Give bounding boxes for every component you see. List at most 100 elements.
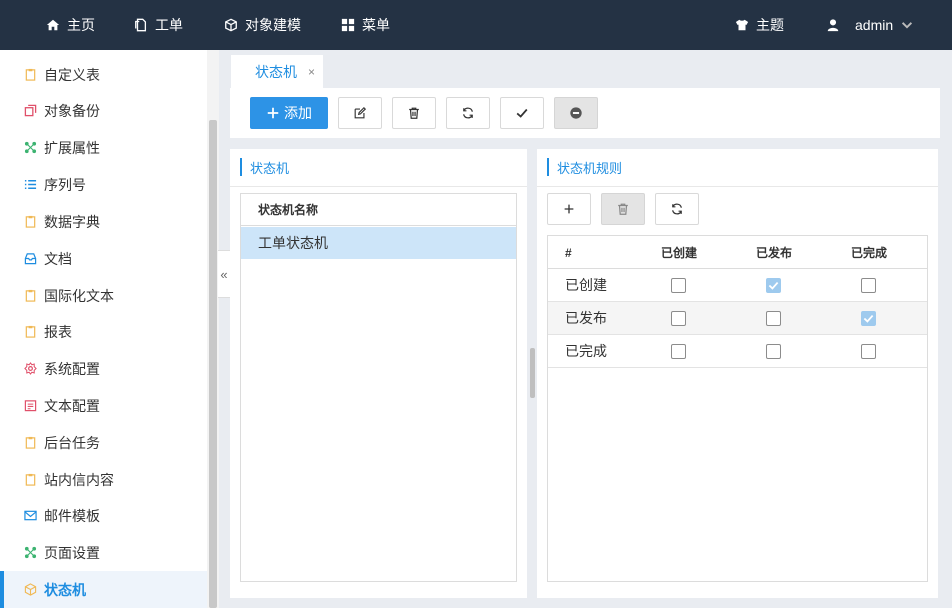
clipboard-icon (24, 68, 44, 81)
sidebar-item[interactable]: 国际化文本 (0, 277, 207, 314)
sidebar-item[interactable]: 报表 (0, 313, 207, 350)
top-navbar: 主页 工单 对象建模 菜单 主题 admin (0, 0, 952, 50)
refresh-rules-button[interactable] (655, 193, 699, 225)
sidebar-item-label: 数据字典 (44, 213, 100, 230)
clipboard-icon (24, 473, 44, 486)
trash-icon (618, 203, 628, 215)
sidebar-item[interactable]: 序列号 (0, 166, 207, 203)
sidebar: 自定义表对象备份扩展属性序列号数据字典文档国际化文本报表系统配置 文本配置 后台任务… (0, 50, 207, 608)
sidebar-scrollbar-thumb[interactable] (209, 120, 217, 608)
grid-col-created: 已创建 (661, 246, 698, 260)
nav-theme-label: 主题 (756, 17, 784, 33)
sidebar-item-label: 站内信内容 (44, 471, 114, 488)
add-rule-button[interactable] (547, 193, 591, 225)
sidebar-item-label: 对象备份 (44, 102, 100, 119)
sidebar-item[interactable]: 文本配置 (0, 387, 207, 424)
calendar-icon (24, 399, 44, 412)
edit-button[interactable] (338, 97, 382, 129)
transition-checkbox[interactable] (671, 278, 686, 293)
state-machine-panel-title: 状态机 (240, 158, 289, 176)
chevron-down-icon (902, 22, 913, 29)
transition-checkbox[interactable] (671, 311, 686, 326)
sidebar-item[interactable]: 页面设置 (0, 534, 207, 571)
sidebar-item[interactable]: 数据字典 (0, 203, 207, 240)
list-column-header: 状态机名称 (241, 194, 516, 226)
minus-circle-icon (570, 107, 582, 119)
row-state-name: 已完成 (565, 343, 607, 359)
sidebar-item[interactable]: 站内信内容 (0, 461, 207, 498)
transition-checkbox[interactable] (861, 278, 876, 293)
panel-splitter[interactable] (530, 348, 535, 398)
clipboard-icon (24, 325, 44, 338)
close-icon[interactable]: × (308, 65, 315, 79)
nav-theme[interactable]: 主题 (735, 0, 784, 50)
sidebar-item-label: 邮件模板 (44, 507, 100, 524)
check-icon (768, 281, 779, 290)
transition-checkbox[interactable] (861, 344, 876, 359)
tab-label: 状态机 (255, 63, 297, 80)
delete-button[interactable] (392, 97, 436, 129)
sidebar-item-label: 序列号 (44, 176, 86, 193)
edit-icon (354, 106, 367, 119)
refresh-icon (672, 203, 682, 215)
transition-checkbox[interactable] (861, 311, 876, 326)
sidebar-item-label: 自定义表 (44, 66, 100, 83)
sidebar-item[interactable]: 文档 (0, 240, 207, 277)
sidebar-item[interactable]: 对象备份 (0, 92, 207, 129)
grid-col-index: # (565, 245, 572, 260)
add-button[interactable]: 添加 (250, 97, 328, 129)
panel-divider (230, 186, 527, 187)
sidebar-item-label: 页面设置 (44, 544, 100, 561)
network-icon (24, 141, 44, 154)
shirt-icon (735, 19, 749, 31)
table-row[interactable]: 已创建 (548, 269, 927, 302)
sidebar-item[interactable]: 邮件模板 (0, 497, 207, 534)
sidebar-item-label: 报表 (44, 323, 72, 340)
sidebar-item[interactable]: 扩展属性 (0, 129, 207, 166)
state-rules-panel-title: 状态机规则 (547, 158, 622, 176)
user-menu[interactable]: admin (826, 0, 914, 50)
transition-checkbox[interactable] (766, 344, 781, 359)
transition-checkbox[interactable] (766, 278, 781, 293)
nav-home[interactable]: 主页 (46, 0, 95, 50)
nav-modeling[interactable]: 对象建模 (224, 0, 301, 50)
check-icon (863, 314, 874, 323)
user-icon (827, 19, 839, 32)
trash-icon (409, 107, 419, 119)
table-row[interactable]: 已发布 (548, 302, 927, 335)
home-icon (46, 19, 60, 31)
disable-button[interactable] (554, 97, 598, 129)
user-name: admin (855, 17, 894, 33)
confirm-button[interactable] (500, 97, 544, 129)
sidebar-item-label: 文档 (44, 250, 72, 267)
sidebar-item[interactable]: 自定义表 (0, 56, 207, 93)
transition-checkbox[interactable] (671, 344, 686, 359)
refresh-button[interactable] (446, 97, 490, 129)
list-row[interactable]: 工单状态机 (241, 227, 516, 259)
nav-workorder[interactable]: 工单 (134, 0, 183, 50)
document-icon (135, 18, 147, 32)
row-state-name: 已发布 (565, 310, 607, 326)
grid-icon (341, 18, 355, 32)
nav-home-label: 主页 (67, 17, 95, 33)
cube-icon (225, 18, 237, 32)
clipboard-icon (24, 215, 44, 228)
network-icon (24, 546, 44, 559)
sidebar-item[interactable]: 系统配置 (0, 350, 207, 387)
copy-icon (24, 104, 44, 117)
sidebar-item[interactable]: 后台任务 (0, 424, 207, 461)
transition-checkbox[interactable] (766, 311, 781, 326)
clipboard-icon (24, 289, 44, 302)
list-icon (24, 178, 44, 191)
table-row[interactable]: 已完成 (548, 335, 927, 368)
sidebar-item[interactable]: 状态机 (0, 571, 207, 608)
plus-icon (267, 107, 279, 119)
nav-menu[interactable]: 菜单 (341, 0, 390, 50)
delete-rule-button[interactable] (601, 193, 645, 225)
cube-icon (24, 583, 44, 596)
inbox-icon (24, 252, 44, 265)
check-icon (516, 108, 528, 118)
sidebar-item-label: 国际化文本 (44, 287, 114, 304)
add-button-label: 添加 (284, 105, 312, 121)
tab-state-machine[interactable]: 状态机 × (231, 55, 323, 88)
